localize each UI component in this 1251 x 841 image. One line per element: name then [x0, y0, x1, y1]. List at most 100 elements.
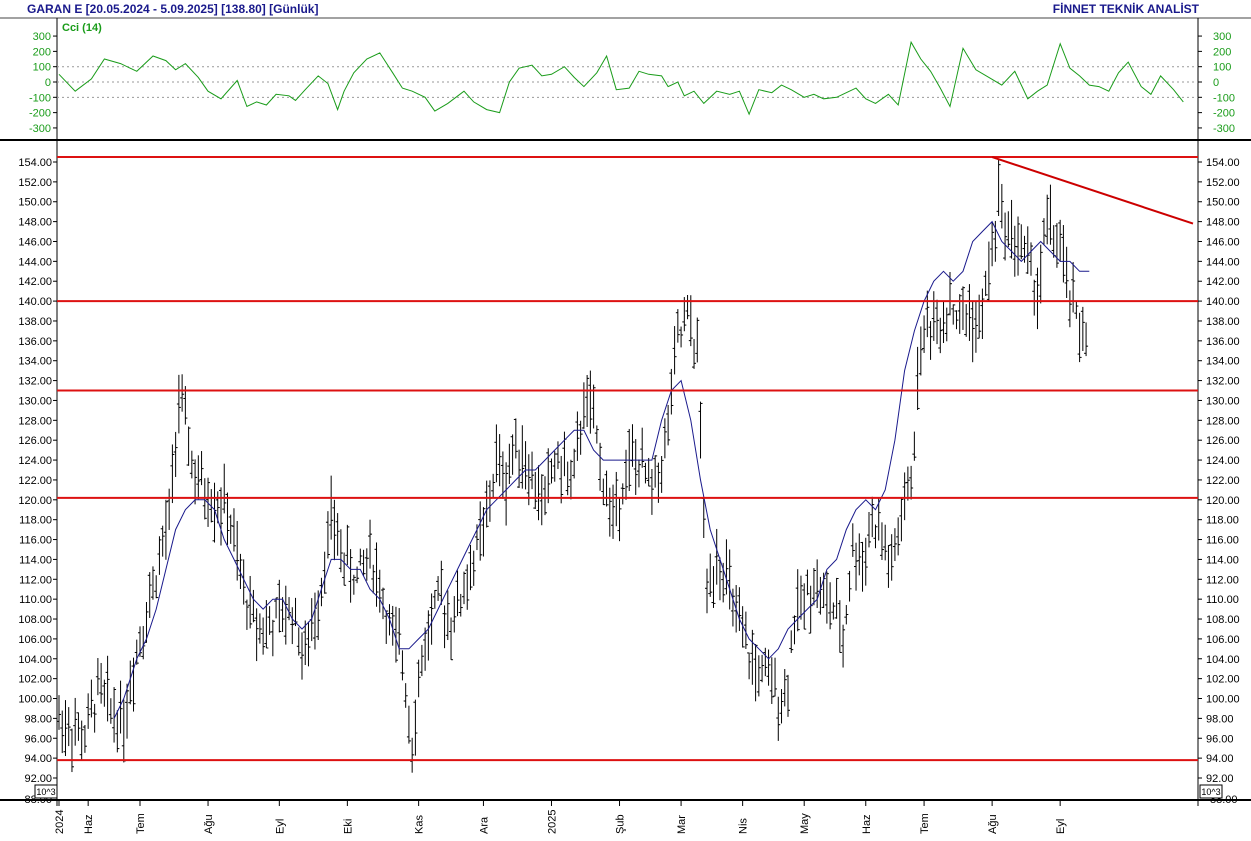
price-tick-label: 108.00 — [1206, 614, 1240, 626]
price-tick-label: 148.00 — [1206, 217, 1240, 229]
price-tick-label: 130.00 — [18, 395, 52, 407]
trendline — [991, 156, 1194, 225]
x-tick-label: May — [799, 813, 811, 834]
price-tick-label: 100.00 — [1206, 694, 1240, 706]
price-tick-label: 110.00 — [1206, 594, 1239, 606]
x-tick-label: Ağu — [987, 814, 999, 834]
price-tick-label: 142.00 — [1206, 276, 1240, 288]
price-tick-label: 150.00 — [18, 197, 52, 209]
x-tick-label: 2025 — [546, 810, 558, 834]
cci-tick-label: -200 — [29, 108, 51, 120]
price-tick-label: 102.00 — [18, 674, 52, 686]
chart-canvas: 300 200 100 0 -100 -200 -300 300 200 100 0 -100 -20… — [0, 17, 1251, 834]
price-tick-label: 130.00 — [1206, 395, 1240, 407]
price-tick-label: 154.00 — [18, 157, 52, 169]
price-tick-label: 132.00 — [18, 376, 52, 388]
cci-series-line — [58, 40, 1184, 116]
price-tick-label: 98.00 — [24, 713, 52, 725]
scale-badge-label: 10^3 — [36, 787, 55, 797]
price-tick-label: 114.00 — [1206, 554, 1239, 566]
price-tick-label: 116.00 — [19, 535, 52, 547]
price-tick-label: 124.00 — [18, 455, 52, 467]
price-tick-label: 154.00 — [1206, 157, 1240, 169]
cci-title: Cci (14) — [62, 22, 102, 34]
price-tick-label: 106.00 — [1206, 634, 1240, 646]
price-tick-label: 92.00 — [1206, 773, 1234, 785]
price-tick-label: 112.00 — [19, 574, 52, 586]
price-tick-label: 102.00 — [1206, 674, 1240, 686]
price-left-axis: 92.00 94.00 96.00 98.00 100.00 102.00 104.00 10… — [18, 157, 57, 806]
price-tick-label: 94.00 — [1206, 753, 1234, 765]
cci-right-axis: 300 200 100 0 -100 -200 -300 — [1198, 31, 1235, 135]
price-tick-label: 112.00 — [1206, 574, 1239, 586]
price-tick-label: 152.00 — [18, 177, 52, 189]
price-tick-label: 136.00 — [18, 336, 52, 348]
x-tick-label: Kas — [414, 815, 426, 834]
price-tick-label: 136.00 — [1206, 336, 1240, 348]
price-tick-label: 124.00 — [1206, 455, 1240, 467]
price-right-axis: 92.00 94.00 96.00 98.00 100.00 102.00 104.00 10… — [1198, 157, 1240, 806]
price-tick-label: 96.00 — [24, 733, 52, 745]
cci-left-axis: 300 200 100 0 -100 -200 -300 — [29, 31, 57, 135]
price-tick-label: 104.00 — [1206, 654, 1240, 666]
x-tick-label: Ara — [478, 816, 490, 834]
price-tick-label: 152.00 — [1206, 177, 1240, 189]
cci-tick-label: 100 — [1213, 62, 1231, 74]
price-tick-label: 118.00 — [1206, 515, 1239, 527]
scale-badge-label: 10^3 — [1201, 787, 1220, 797]
cci-tick-label: -200 — [1213, 108, 1235, 120]
moving-average-line — [113, 220, 1090, 719]
price-tick-label: 98.00 — [1206, 713, 1234, 725]
x-axis: 2024 Haz Tem Ağu Eyl Eki Kas Ara 2025 Şub Mar Nis Ma… — [54, 800, 1067, 834]
cci-tick-label: -300 — [29, 123, 51, 135]
price-tick-label: 128.00 — [1206, 415, 1240, 427]
price-tick-label: 146.00 — [1206, 236, 1240, 248]
x-tick-label: Şub — [615, 814, 627, 834]
x-tick-label: Tem — [135, 813, 147, 834]
price-tick-label: 126.00 — [18, 435, 52, 447]
x-tick-label: Haz — [861, 814, 873, 834]
x-tick-label: 2024 — [54, 810, 66, 834]
price-tick-label: 150.00 — [1206, 197, 1240, 209]
cci-tick-label: 200 — [33, 46, 51, 58]
price-tick-label: 144.00 — [18, 256, 52, 268]
x-tick-label: Nis — [738, 818, 750, 834]
price-tick-label: 122.00 — [18, 475, 52, 487]
x-tick-label: Ağu — [203, 814, 215, 834]
price-tick-label: 110.00 — [19, 594, 52, 606]
cci-reference-lines — [57, 66, 1198, 98]
x-tick-label: Mar — [676, 815, 688, 834]
price-tick-label: 128.00 — [18, 415, 52, 427]
cci-tick-label: 300 — [1213, 31, 1231, 43]
cci-tick-label: -100 — [1213, 92, 1235, 104]
price-tick-label: 114.00 — [19, 554, 52, 566]
price-tick-label: 120.00 — [1206, 495, 1240, 507]
price-tick-label: 140.00 — [18, 296, 52, 308]
chart-title: GARAN E [20.05.2024 - 5.09.2025] [138.80… — [27, 2, 319, 16]
price-tick-label: 132.00 — [1206, 376, 1240, 388]
trendline-segment — [991, 156, 1194, 225]
price-tick-label: 148.00 — [18, 217, 52, 229]
price-tick-label: 120.00 — [18, 495, 52, 507]
price-tick-label: 134.00 — [18, 356, 52, 368]
price-tick-label: 140.00 — [1206, 296, 1240, 308]
price-tick-label: 142.00 — [18, 276, 52, 288]
scale-badges: 10^3 10^3 — [34, 784, 1223, 799]
cci-tick-label: -300 — [1213, 123, 1235, 135]
price-tick-label: 96.00 — [1206, 733, 1234, 745]
support-resistance-lines — [57, 156, 1198, 762]
price-tick-label: 92.00 — [24, 773, 52, 785]
x-tick-label: Eyl — [1055, 819, 1067, 834]
cci-tick-label: 300 — [33, 31, 51, 43]
price-tick-label: 146.00 — [18, 236, 52, 248]
x-tick-label: Eki — [342, 819, 354, 834]
price-tick-label: 104.00 — [18, 654, 52, 666]
cci-tick-label: 200 — [1213, 46, 1231, 58]
x-tick-label: Eyl — [274, 819, 286, 834]
price-tick-label: 108.00 — [18, 614, 52, 626]
x-tick-label: Tem — [919, 813, 931, 834]
price-tick-label: 122.00 — [1206, 475, 1240, 487]
cci-tick-label: 100 — [33, 62, 51, 74]
x-tick-label: Haz — [83, 814, 95, 834]
cci-tick-label: 0 — [45, 77, 51, 89]
